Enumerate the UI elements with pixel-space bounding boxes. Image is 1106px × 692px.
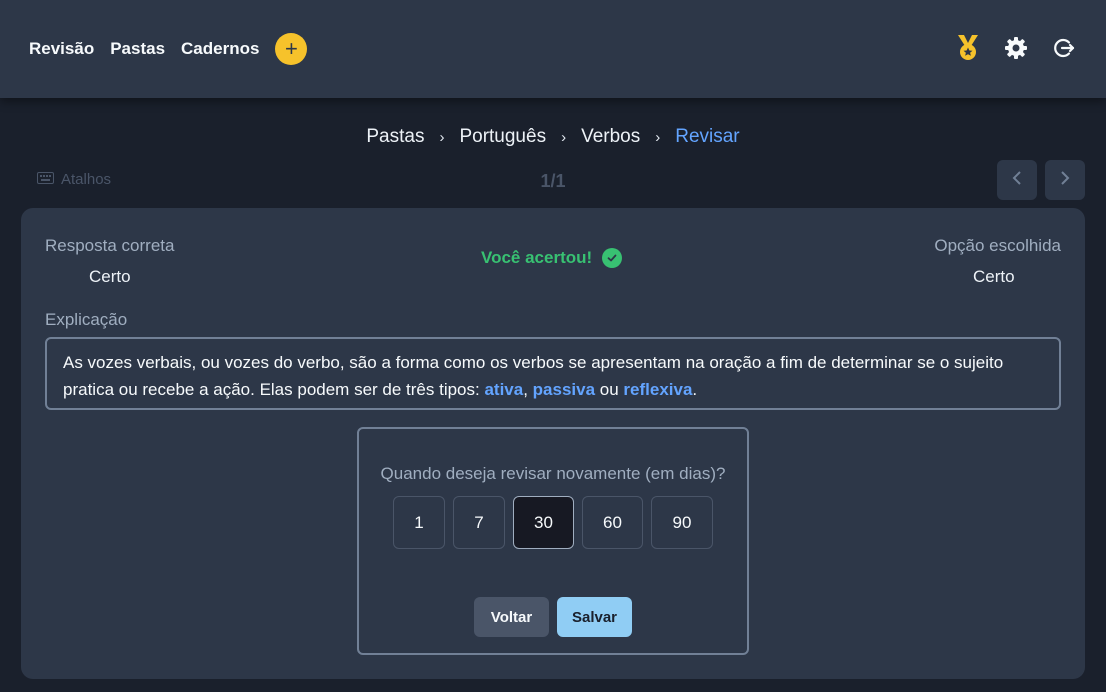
day-option-30[interactable]: 30 (513, 496, 574, 549)
day-option-1[interactable]: 1 (393, 496, 445, 549)
add-button[interactable]: + (275, 33, 308, 65)
correct-answer-value: Certo (89, 267, 131, 286)
chosen-option-value: Certo (973, 267, 1015, 286)
result-text: Você acertou! (481, 248, 593, 267)
save-button[interactable]: Salvar (557, 597, 632, 637)
highlight-term: passiva (532, 380, 596, 399)
explanation-box: As vozes verbais, ou vozes do verbo, são… (45, 337, 1061, 410)
nav-link-pastas[interactable]: Pastas (110, 34, 165, 64)
logout-icon[interactable] (1050, 34, 1078, 62)
chevron-right-icon: › (439, 128, 445, 146)
review-actions: Voltar Salvar (359, 597, 747, 637)
previous-button[interactable] (997, 160, 1037, 200)
gear-icon[interactable] (1002, 34, 1030, 62)
chosen-option-label: Opção escolhida (934, 236, 1061, 255)
explanation-end: . (692, 380, 698, 399)
breadcrumb: Pastas › Português › Verbos › Revisar (0, 126, 1106, 148)
day-option-90[interactable]: 90 (651, 496, 713, 549)
review-question: Quando deseja revisar novamente (em dias… (380, 464, 726, 483)
day-option-60[interactable]: 60 (582, 496, 643, 549)
medal-icon[interactable] (954, 34, 982, 62)
highlight-term: reflexiva (623, 380, 693, 399)
chevron-right-icon: › (655, 128, 661, 146)
chevron-right-icon (1060, 170, 1070, 190)
check-circle-icon (602, 248, 623, 268)
breadcrumb-item-portugues[interactable]: Português (457, 126, 548, 148)
day-option-7[interactable]: 7 (453, 496, 505, 549)
back-button[interactable]: Voltar (474, 597, 549, 637)
nav-link-revisao[interactable]: Revisão (29, 34, 94, 64)
chevron-right-icon: › (561, 128, 567, 146)
main-nav: Revisão Pastas Cadernos + (29, 33, 308, 65)
review-interval-panel: Quando deseja revisar novamente (em dias… (357, 427, 749, 655)
breadcrumb-item-revisar: Revisar (675, 126, 740, 147)
result-message: Você acertou! (481, 248, 623, 268)
highlight-term: ativa (484, 380, 524, 399)
review-card: Resposta correta Certo Você acertou! Opç… (21, 208, 1085, 679)
next-button[interactable] (1045, 160, 1085, 200)
day-options: 1 7 30 60 90 (359, 496, 747, 549)
correct-answer-label: Resposta correta (45, 236, 175, 255)
explanation-separator: , (523, 380, 533, 399)
pager (989, 160, 1085, 200)
explanation-separator: ou (595, 380, 624, 399)
chevron-left-icon (1012, 170, 1022, 190)
top-navbar: Revisão Pastas Cadernos + (0, 0, 1106, 98)
question-counter: 1/1 (540, 171, 566, 191)
breadcrumb-item-verbos[interactable]: Verbos (579, 126, 642, 148)
plus-icon: + (285, 36, 298, 61)
nav-link-cadernos[interactable]: Cadernos (181, 34, 259, 64)
breadcrumb-item-pastas[interactable]: Pastas (364, 126, 426, 148)
explanation-label: Explicação (45, 310, 128, 329)
